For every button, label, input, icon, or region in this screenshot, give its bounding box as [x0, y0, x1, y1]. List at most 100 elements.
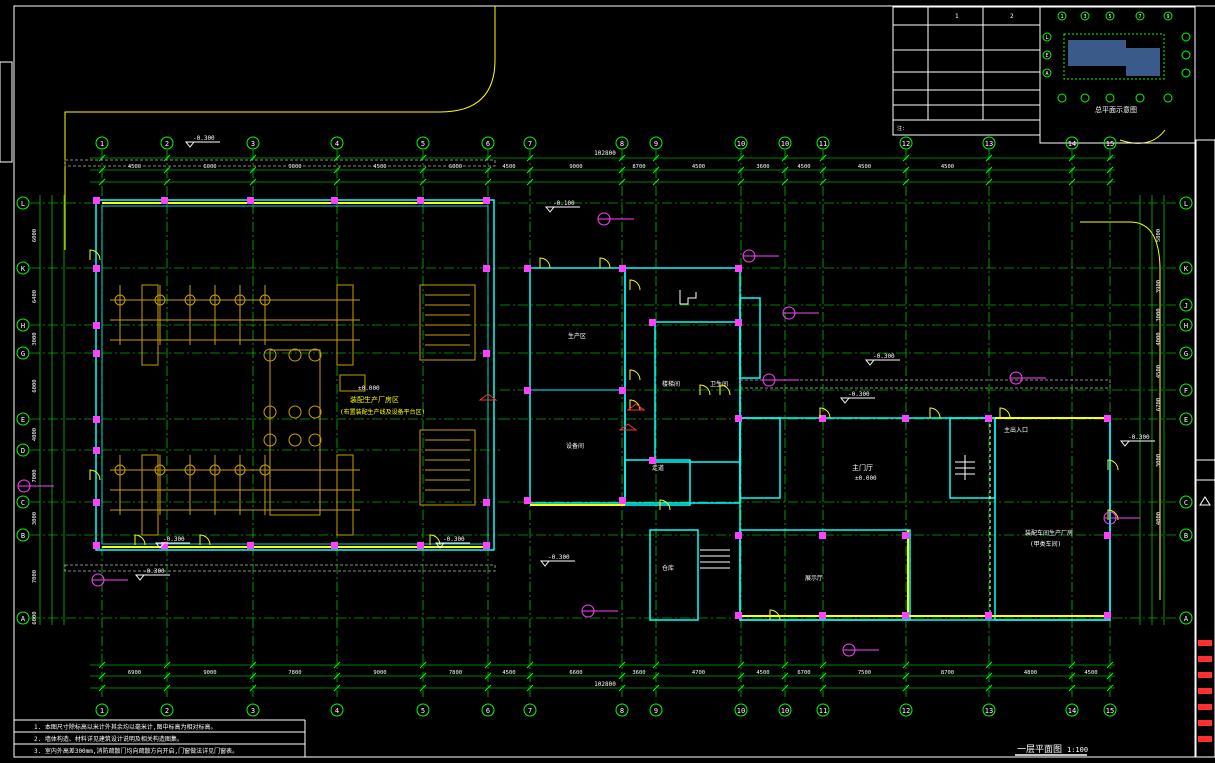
room-exhibition: 展示厅 — [805, 575, 823, 582]
equipment-cabinet — [419, 429, 476, 506]
axis-label-col: 12 — [902, 140, 910, 148]
level-text: -0.300 — [1128, 434, 1150, 441]
title-notes-label: 注: — [897, 125, 905, 132]
door-swing — [539, 257, 551, 269]
dim-text-bottom: 7800 — [288, 670, 301, 676]
sheet-frame — [0, 5, 1215, 758]
equipment-hub — [288, 405, 302, 419]
dim-text-top: 4500 — [858, 164, 871, 170]
door-swings — [89, 249, 1119, 621]
axis-label-row-right: K — [1184, 265, 1189, 273]
equipment-hub — [308, 433, 322, 447]
right-block-canopy — [739, 379, 1111, 389]
level-text: -0.300 — [143, 568, 165, 575]
dim-text-bottom: 7800 — [449, 670, 462, 676]
key-axis-label: E — [1045, 53, 1048, 59]
axis-label-col: 2 — [165, 707, 169, 715]
column — [1104, 532, 1111, 539]
column — [483, 197, 490, 204]
door-swing — [599, 257, 611, 269]
dim-text-right: 6700 — [1156, 398, 1162, 411]
column — [93, 499, 100, 506]
axis-label-col: 8 — [620, 140, 624, 148]
dim-text-top: 6000 — [449, 164, 462, 170]
axis-label-col: 11 — [819, 140, 827, 148]
column — [735, 319, 742, 326]
floor-level: ±0.000 — [358, 385, 380, 392]
axis-label-row: A — [21, 615, 26, 623]
room-office-main: 生产区 — [568, 332, 586, 340]
level-markers: -0.300 -0.100 -0.300 -0.300 -0.300 -0.300 -0.3… — [134, 135, 1155, 581]
cad-drawing-canvas[interactable]: 1. 本图尺寸除标高以米计外其余均以毫米计,图中标高为相对标高。 2. 墙体构造… — [0, 0, 1215, 763]
axis-label-col: 12 — [902, 707, 910, 715]
axis-label-row-right: A — [1184, 615, 1189, 623]
key-axis-bubble — [1105, 93, 1115, 103]
door-swing — [89, 249, 101, 261]
door-swing — [629, 279, 641, 291]
column — [819, 612, 826, 619]
column — [985, 612, 992, 619]
column — [93, 322, 100, 329]
equipment-hub — [308, 405, 322, 419]
column — [417, 542, 424, 549]
equipment-cabinet — [419, 284, 476, 361]
dim-text-top: 6000 — [203, 164, 216, 170]
door-swing — [629, 369, 641, 381]
room-hall-right-note: (甲类车间) — [1030, 540, 1061, 548]
stair-symbol-3 — [955, 455, 975, 480]
axis-label-row-right: H — [1184, 322, 1188, 330]
level-text: -0.300 — [443, 536, 465, 543]
general-notes: 1. 本图尺寸除标高以米计外其余均以毫米计,图中标高为相对标高。 2. 墙体构造… — [34, 723, 238, 755]
axis-label-col: 15 — [1106, 707, 1114, 715]
level-triangle — [544, 206, 556, 213]
key-axis-bubble — [1080, 93, 1090, 103]
dim-text-left: 6400 — [32, 290, 38, 303]
axis-label-row-right: J — [1184, 302, 1188, 310]
level-text: -0.300 — [848, 391, 870, 398]
level-triangle — [1119, 440, 1131, 447]
dim-text-bottom: 7500 — [858, 670, 871, 676]
dim-text-bottom: 6700 — [797, 670, 810, 676]
door-swing — [929, 407, 941, 419]
axis-label-col: 2 — [165, 140, 169, 148]
key-axis-bubble — [1181, 50, 1191, 60]
door-arrow — [618, 423, 638, 431]
dim-text-left: 7000 — [32, 469, 38, 482]
dim-text-top: 4500 — [373, 164, 386, 170]
dim-text-right: 4000 — [1156, 332, 1162, 345]
column — [819, 532, 826, 539]
title-cell-2: 2 — [1010, 13, 1014, 20]
key-plan: 总平面示意图 — [1063, 33, 1165, 114]
dim-text-top: 4500 — [797, 164, 810, 170]
dim-text-right: 3000 — [1156, 308, 1162, 321]
axis-label-col: 3 — [251, 140, 255, 148]
column — [619, 387, 626, 394]
dim-text-right: 5800 — [1156, 229, 1162, 242]
column — [619, 265, 626, 272]
axis-label-row: G — [21, 350, 25, 358]
axis-label-row-right: C — [1184, 499, 1188, 507]
column — [93, 416, 100, 423]
column — [649, 457, 656, 464]
dim-text-right: 4000 — [1156, 512, 1162, 525]
column — [331, 542, 338, 549]
dim-text-bottom: 6900 — [128, 670, 141, 676]
column — [524, 497, 531, 504]
axis-label-col: 7 — [528, 707, 532, 715]
axis-label-col: 15 — [1106, 140, 1114, 148]
level-triangle — [134, 574, 146, 581]
room-entrance: 主出入口 — [1004, 426, 1028, 434]
dim-text-bottom: 4500 — [756, 670, 769, 676]
column — [483, 350, 490, 357]
dim-text-bottom: 6600 — [569, 670, 582, 676]
workshop-apron — [64, 564, 496, 572]
key-axis-bubble — [1181, 32, 1191, 42]
column — [417, 197, 424, 204]
column — [93, 350, 100, 357]
structural-columns — [93, 197, 1111, 619]
axis-label-col: 1 — [100, 140, 104, 148]
level-triangle — [539, 560, 551, 567]
dim-text-top: 9000 — [288, 164, 301, 170]
door-swing — [199, 534, 211, 546]
drawing-title-block: 一层平面图 1:100 — [1015, 744, 1088, 756]
